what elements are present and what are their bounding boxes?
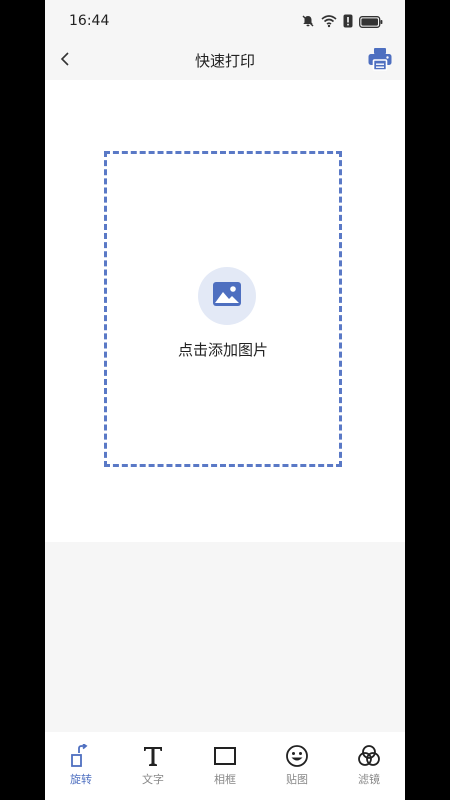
- image-icon: [212, 281, 242, 311]
- add-image-dropzone[interactable]: 点击添加图片: [104, 151, 342, 467]
- tool-label: 滤镜: [358, 773, 380, 786]
- printer-icon: [367, 46, 393, 76]
- header: 快速打印: [45, 42, 405, 80]
- tool-label: 文字: [142, 773, 164, 786]
- print-button[interactable]: [365, 46, 395, 76]
- bottom-toolbar: 旋转 文字 相框 贴图 滤镜: [45, 732, 405, 800]
- tool-frame[interactable]: 相框: [195, 744, 255, 787]
- add-image-label: 点击添加图片: [177, 341, 268, 359]
- app-screen: 16:44 快速打印 点击添加图片 旋转 文字 相框 贴图 滤镜: [45, 0, 405, 800]
- tool-rotate[interactable]: 旋转: [51, 744, 111, 787]
- add-image-button[interactable]: [198, 267, 256, 325]
- sticker-icon: [284, 744, 310, 768]
- status-icons: [301, 13, 383, 32]
- tool-label: 旋转: [70, 773, 92, 786]
- wifi-icon: [321, 13, 337, 32]
- canvas-area: 点击添加图片: [45, 80, 405, 542]
- battery-icon: [359, 13, 383, 32]
- tool-text[interactable]: 文字: [123, 744, 183, 787]
- rotate-icon: [68, 744, 94, 768]
- tool-filter[interactable]: 滤镜: [339, 744, 399, 787]
- tool-sticker[interactable]: 贴图: [267, 744, 327, 787]
- page-title: 快速打印: [194, 52, 255, 70]
- status-time: 16:44: [69, 13, 110, 29]
- bell-muted-icon: [301, 13, 315, 32]
- tool-label: 相框: [214, 773, 236, 786]
- frame-icon: [212, 744, 238, 768]
- text-icon: [140, 744, 166, 768]
- options-panel: [45, 542, 405, 732]
- filter-icon: [356, 744, 382, 768]
- tool-label: 贴图: [286, 773, 308, 786]
- status-bar: 16:44: [45, 0, 405, 42]
- alert-icon: [343, 13, 353, 32]
